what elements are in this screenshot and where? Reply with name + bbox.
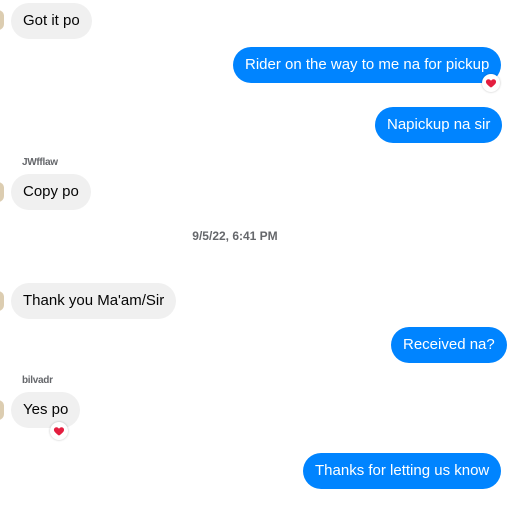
outgoing-message[interactable]: Napickup na sir	[375, 107, 503, 143]
incoming-message[interactable]: Yes po	[11, 392, 81, 428]
heart-reaction-icon[interactable]	[50, 422, 68, 440]
message-text: Yes po	[23, 401, 69, 418]
sender-name: JWfflaw	[22, 157, 58, 168]
heart-icon	[53, 427, 65, 436]
message-text: Rider on the way to me na for pickup	[245, 56, 490, 73]
message-text: Thank you Ma'am/Sir	[23, 292, 165, 309]
message-text: Received na?	[403, 336, 495, 353]
message-text: Copy po	[23, 183, 79, 200]
incoming-message[interactable]: Thank you Ma'am/Sir	[11, 283, 177, 319]
avatar	[0, 182, 4, 202]
avatar	[0, 291, 4, 311]
message-text: Napickup na sir	[387, 116, 491, 133]
heart-icon	[485, 79, 497, 88]
outgoing-message[interactable]: Rider on the way to me na for pickup	[233, 47, 502, 83]
message-text: Thanks for letting us know	[315, 462, 490, 479]
heart-reaction-icon[interactable]	[482, 74, 500, 92]
incoming-message[interactable]: Copy po	[11, 174, 91, 210]
avatar	[0, 400, 4, 420]
timestamp: 9/5/22, 6:41 PM	[192, 229, 278, 243]
avatar	[0, 10, 4, 30]
sender-name: bilvadr	[22, 375, 53, 386]
message-text: Got it po	[23, 12, 80, 29]
incoming-message[interactable]: Got it po	[11, 3, 92, 39]
outgoing-message[interactable]: Received na?	[391, 327, 507, 363]
outgoing-message[interactable]: Thanks for letting us know	[303, 453, 502, 489]
